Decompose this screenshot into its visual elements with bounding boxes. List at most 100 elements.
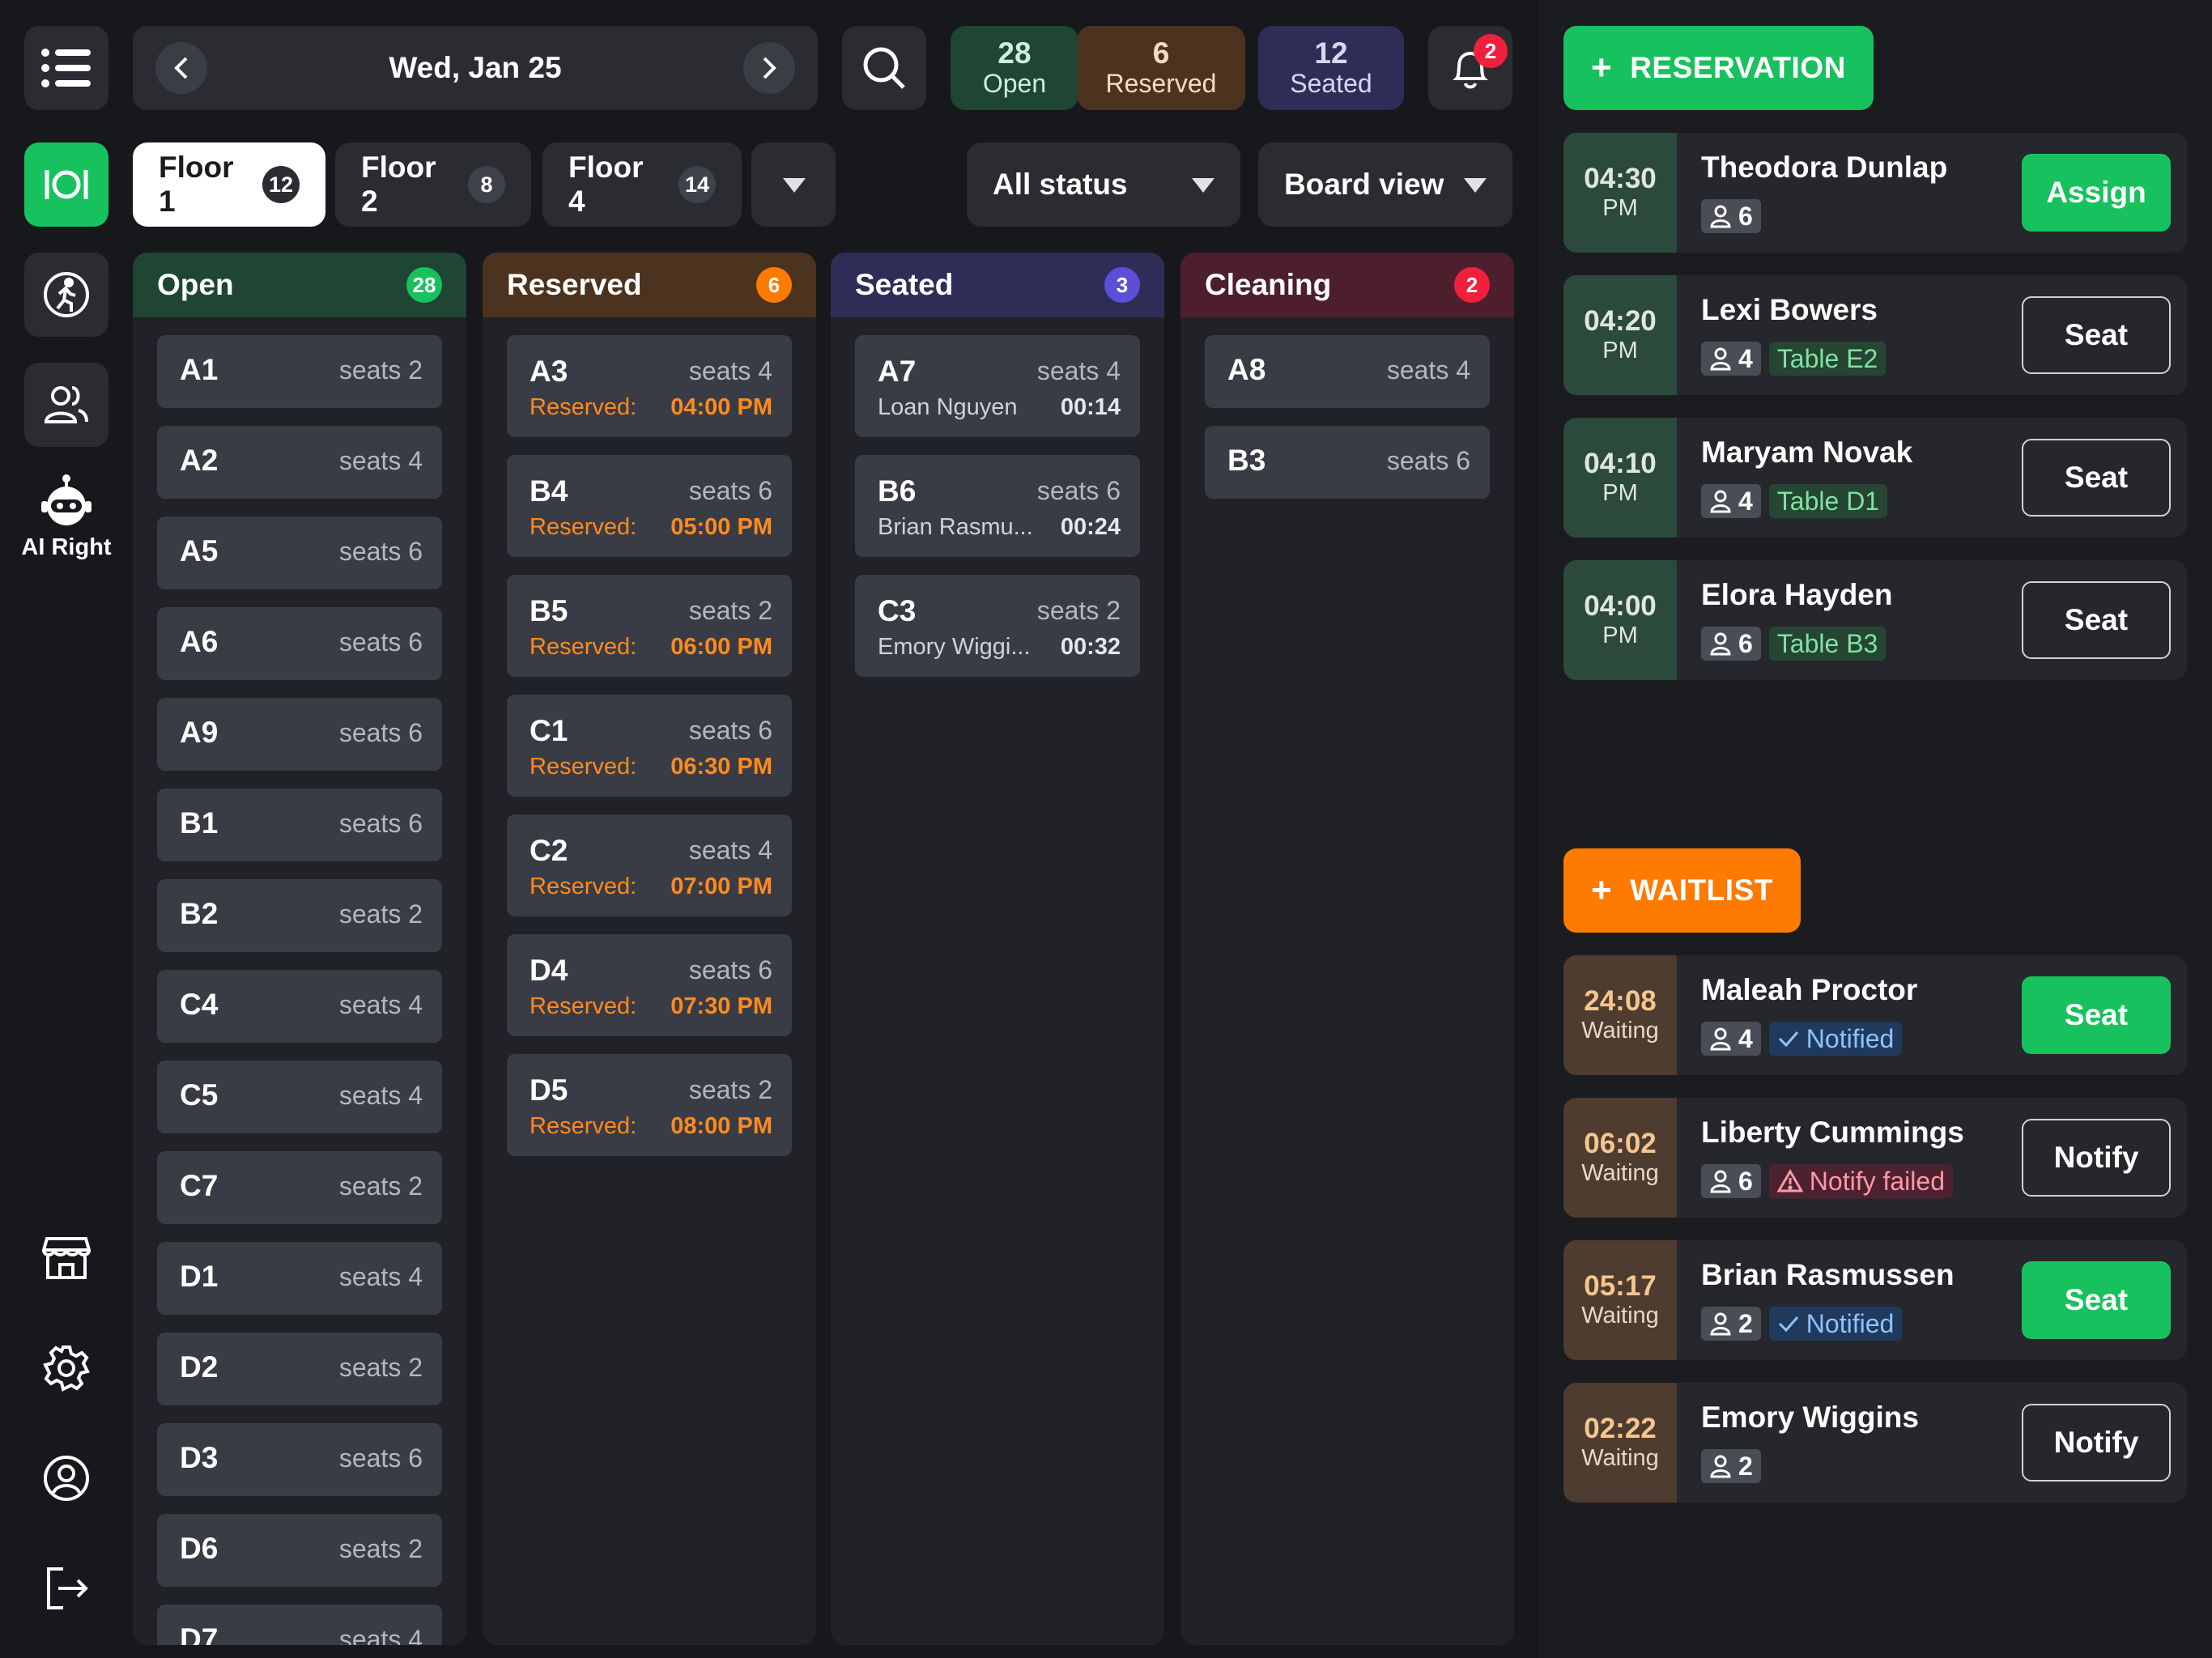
table-seats: seats 6	[338, 809, 423, 838]
column-seated-title: Seated	[855, 268, 954, 301]
column-cleaning-header: Cleaning 2	[1180, 253, 1514, 317]
table-card[interactable]: C5 seats 4	[157, 1061, 442, 1133]
nav-walkin-button[interactable]	[24, 253, 108, 337]
nav-store-button[interactable]	[24, 1224, 108, 1289]
waitlist-item: 02:22 Waiting Emory Wiggins 2 Notify	[1563, 1383, 2187, 1503]
table-card[interactable]: C2 seats 4 Reserved: 07:00 PM	[507, 814, 792, 916]
seat-button[interactable]: Seat	[2022, 976, 2171, 1054]
table-card[interactable]: B5 seats 2 Reserved: 06:00 PM	[507, 575, 792, 677]
open-stat: 28 Open	[951, 26, 1078, 110]
reserved-label: Reserved:	[530, 1113, 637, 1139]
table-name: A2	[180, 444, 219, 477]
person-icon	[1710, 1455, 1731, 1478]
wait-time: 02:22	[1584, 1413, 1657, 1444]
person-icon	[1710, 205, 1731, 228]
column-open-list: A1 seats 2 A2 seats 4 A5 seats 6 A6 seats 6 A9 se…	[133, 317, 466, 1645]
guest-meta: 6 Notify failed	[1701, 1164, 1953, 1198]
tab-floor-4[interactable]: Floor 4 14	[542, 142, 742, 227]
table-card[interactable]: A8 seats 4	[1205, 335, 1490, 408]
seated-duration: 00:32	[1060, 634, 1121, 660]
notify-button[interactable]: Notify	[2022, 1119, 2171, 1197]
prev-day-button[interactable]	[155, 42, 207, 94]
table-card[interactable]: B3 seats 6	[1205, 426, 1490, 499]
table-card[interactable]: A7 seats 4 Loan Nguyen 00:14	[855, 335, 1140, 437]
reservation-time: 04:20	[1584, 305, 1657, 337]
person-icon	[1710, 490, 1731, 513]
add-waitlist-button[interactable]: + WAITLIST	[1563, 848, 1801, 933]
nav-ai-button[interactable]	[24, 468, 108, 533]
table-card[interactable]: D2 seats 2	[157, 1333, 442, 1405]
table-card[interactable]: A9 seats 6	[157, 698, 442, 771]
tab-floor-1[interactable]: Floor 1 12	[133, 142, 325, 227]
add-reservation-button[interactable]: + RESERVATION	[1563, 26, 1874, 110]
open-stat-number: 28	[998, 36, 1032, 70]
table-card[interactable]: A3 seats 4 Reserved: 04:00 PM	[507, 335, 792, 437]
notifications-button[interactable]: 2	[1428, 26, 1512, 110]
logout-icon	[47, 1567, 88, 1609]
waitlist-item: 24:08 Waiting Maleah Proctor 4 Notified Seat	[1563, 955, 2187, 1075]
nav-settings-button[interactable]	[24, 1336, 108, 1401]
table-card[interactable]: B1 seats 6	[157, 789, 442, 861]
table-card[interactable]: B2 seats 2	[157, 879, 442, 952]
table-card[interactable]: D3 seats 6	[157, 1423, 442, 1496]
table-name: A1	[180, 353, 219, 386]
table-card[interactable]: C7 seats 2	[157, 1151, 442, 1224]
table-card[interactable]: C3 seats 2 Emory Wiggi... 00:32	[855, 575, 1140, 677]
tab-floor-2[interactable]: Floor 2 8	[335, 142, 531, 227]
table-name: B5	[530, 594, 568, 627]
nav-profile-button[interactable]	[24, 1446, 108, 1511]
current-date[interactable]: Wed, Jan 25	[133, 26, 818, 110]
logout-button[interactable]	[24, 1556, 108, 1621]
table-card[interactable]: B6 seats 6 Brian Rasmu... 00:24	[855, 455, 1140, 557]
guests-icon	[44, 386, 88, 423]
seat-button[interactable]: Seat	[2022, 581, 2171, 659]
assigned-table-tag: Table D1	[1768, 484, 1888, 518]
table-name: A5	[180, 534, 219, 568]
notify-button[interactable]: Notify	[2022, 1404, 2171, 1482]
table-card[interactable]: B4 seats 6 Reserved: 05:00 PM	[507, 455, 792, 557]
time-period: PM	[1602, 623, 1638, 648]
table-card[interactable]: C1 seats 6 Reserved: 06:30 PM	[507, 695, 792, 797]
chevron-right-icon	[763, 57, 776, 79]
column-seated-list: A7 seats 4 Loan Nguyen 00:14 B6 seats 6 Brian …	[831, 317, 1164, 1645]
table-card[interactable]: D7 seats 4	[157, 1605, 442, 1645]
seat-button[interactable]: Seat	[2022, 1261, 2171, 1339]
table-card[interactable]: D1 seats 4	[157, 1242, 442, 1315]
table-card[interactable]: C4 seats 4	[157, 970, 442, 1043]
search-button[interactable]	[842, 26, 926, 110]
nav-guests-button[interactable]	[24, 363, 108, 447]
table-seats: seats 6	[338, 718, 423, 747]
person-icon	[1710, 1170, 1731, 1193]
status-filter-select[interactable]: All status	[967, 142, 1240, 227]
store-icon	[42, 1237, 91, 1279]
table-name: D5	[530, 1073, 568, 1107]
seat-button[interactable]: Seat	[2022, 439, 2171, 517]
party-size-value: 6	[1738, 628, 1753, 658]
time-block: 04:20 PM	[1563, 275, 1677, 395]
guest-name: Theodora Dunlap	[1701, 151, 1948, 184]
waitlist-item: 05:17 Waiting Brian Rasmussen 2 Notified Seat	[1563, 1240, 2187, 1360]
party-size: 4	[1701, 484, 1761, 518]
menu-button[interactable]	[24, 26, 108, 110]
next-day-button[interactable]	[743, 42, 795, 94]
reservation-item: 04:10 PM Maryam Novak 4 Table D1 Seat	[1563, 418, 2187, 538]
reserved-stat: 6 Reserved	[1077, 26, 1245, 110]
column-reserved-list: A3 seats 4 Reserved: 04:00 PM B4 seats 6 Reser…	[483, 317, 816, 1645]
table-card[interactable]: D5 seats 2 Reserved: 08:00 PM	[507, 1054, 792, 1156]
nav-floor-button[interactable]	[24, 142, 108, 227]
table-card[interactable]: A2 seats 4	[157, 426, 442, 499]
table-card[interactable]: A5 seats 6	[157, 517, 442, 589]
more-floors-button[interactable]	[751, 142, 836, 227]
wait-status: Waiting	[1581, 1303, 1659, 1329]
view-select[interactable]: Board view	[1258, 142, 1512, 227]
table-card[interactable]: A1 seats 2	[157, 335, 442, 408]
table-name: B6	[878, 474, 917, 508]
assign-button[interactable]: Assign	[2022, 154, 2171, 232]
seat-button[interactable]: Seat	[2022, 296, 2171, 374]
table-card[interactable]: A6 seats 6	[157, 607, 442, 680]
table-seats: seats 4	[338, 446, 423, 475]
table-name: C1	[530, 714, 568, 747]
table-card[interactable]: D6 seats 2	[157, 1514, 442, 1587]
guest-meta: 2 Notified	[1701, 1307, 1903, 1341]
table-card[interactable]: D4 seats 6 Reserved: 07:30 PM	[507, 934, 792, 1036]
